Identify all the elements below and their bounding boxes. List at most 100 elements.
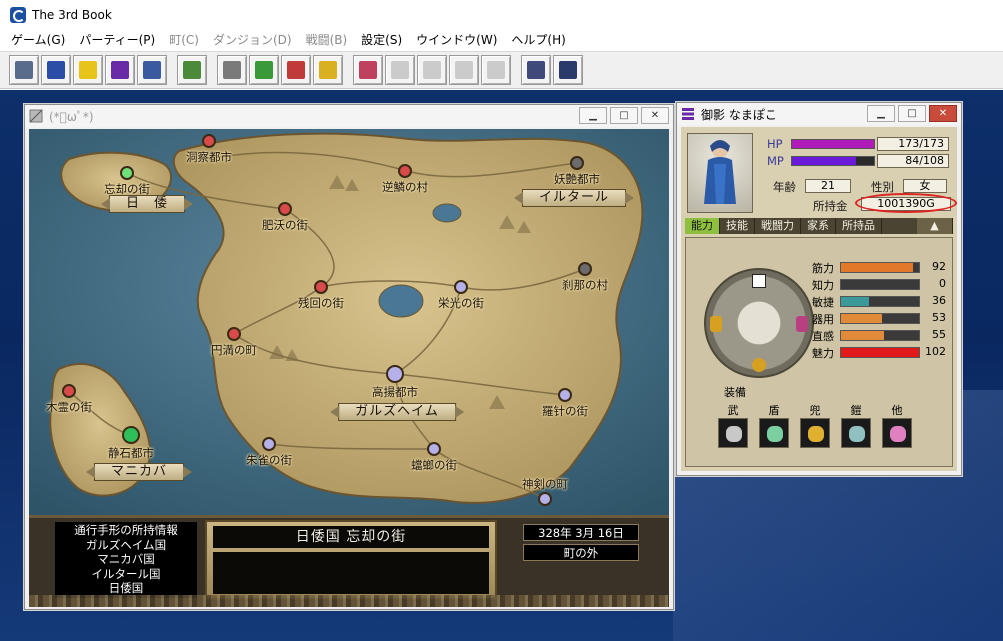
param-bar-fill <box>841 297 870 306</box>
menu-item-0[interactable]: ゲーム(G) <box>4 30 72 50</box>
shield-icon <box>767 426 783 442</box>
menu-item-2[interactable]: 町(C) <box>162 30 206 50</box>
region-banner: マニカバ <box>85 463 193 481</box>
equip-slot[interactable] <box>800 418 830 448</box>
param-bar <box>840 313 920 324</box>
toolbar-button-speech[interactable] <box>385 55 415 85</box>
city-name: 朱雀の街 <box>246 453 292 467</box>
city-marker[interactable] <box>227 327 241 341</box>
toolbar-button-tree[interactable] <box>249 55 279 85</box>
toolbar-button-keyboard[interactable] <box>521 55 551 85</box>
region-banner: イルタール <box>513 189 635 207</box>
toolbar-button-ball[interactable] <box>449 55 479 85</box>
gift-icon <box>359 61 377 79</box>
char-minimize-button[interactable]: ▁ <box>867 105 895 122</box>
toolbar-button-slash[interactable] <box>417 55 447 85</box>
menu-item-7[interactable]: ヘルプ(H) <box>504 30 572 50</box>
equip-slot[interactable] <box>841 418 871 448</box>
world-map[interactable]: 洞察都市 逆鱗の村 妖艶都市 忘却の街 肥沃の街 刹那の村 残回の街 栄光の街 円満の町 高揚都市… <box>29 129 669 515</box>
toolbar-button-window[interactable] <box>9 55 39 85</box>
menu-item-1[interactable]: パーティー(P) <box>72 30 162 50</box>
city-marker[interactable] <box>578 262 592 276</box>
age-value: 21 <box>805 179 851 193</box>
hp-bar-fill <box>792 140 874 148</box>
slash-icon <box>423 61 441 79</box>
param-bar-fill <box>841 348 919 357</box>
mp-bar-fill <box>792 157 856 165</box>
city-marker[interactable] <box>122 426 140 444</box>
char-maximize-button[interactable]: □ <box>898 105 926 122</box>
city-marker[interactable] <box>538 492 552 506</box>
papers-icon <box>487 61 505 79</box>
city-marker[interactable] <box>262 437 276 451</box>
equip-slot[interactable] <box>759 418 789 448</box>
city-marker[interactable] <box>62 384 76 398</box>
tab-combat[interactable]: 戦闘力 <box>755 218 801 234</box>
character-tabs: 能力 技能 戦闘力 家系 所持品 ▲ <box>685 218 953 234</box>
city-marker[interactable] <box>570 156 584 170</box>
param-value: 36 <box>932 294 946 307</box>
char-close-button[interactable]: ✕ <box>929 105 957 122</box>
map-maximize-button[interactable]: □ <box>610 107 638 124</box>
toolbar-button-paint[interactable] <box>281 55 311 85</box>
equip-slot[interactable] <box>882 418 912 448</box>
toolbar-button-document[interactable] <box>217 55 247 85</box>
toolbar-button-list[interactable] <box>105 55 135 85</box>
map-minimize-button[interactable]: ▁ <box>579 107 607 124</box>
equip-slot[interactable] <box>718 418 748 448</box>
city-name: 円満の町 <box>211 343 257 357</box>
toolbar-button-notebook[interactable] <box>41 55 71 85</box>
city-marker[interactable] <box>202 134 216 148</box>
toolbar-button-gear[interactable] <box>177 55 207 85</box>
city-marker[interactable] <box>558 388 572 402</box>
param-bar <box>840 347 920 358</box>
frame-icon <box>143 61 161 79</box>
notebook-icon <box>47 61 65 79</box>
toolbar-button-frame[interactable] <box>137 55 167 85</box>
location-panel: 日倭国 忘却の街 <box>205 520 497 600</box>
toolbar-button-gift[interactable] <box>353 55 383 85</box>
character-window-titlebar[interactable]: 御影 なまぽこ ▁ □ ✕ <box>677 103 961 125</box>
menu-item-5[interactable]: 設定(S) <box>354 30 409 50</box>
toolbar-button-papers[interactable] <box>481 55 511 85</box>
current-location: 日倭国 忘却の街 <box>213 526 489 548</box>
city-marker[interactable] <box>120 166 134 180</box>
mp-bar <box>791 156 875 166</box>
menu-item-4[interactable]: 戦闘(B) <box>299 30 355 50</box>
gold-label: 所持金 <box>813 199 848 213</box>
param-bar <box>840 279 920 290</box>
tab-ability[interactable]: 能力 <box>685 218 720 234</box>
toolbar-button-wand[interactable] <box>313 55 343 85</box>
menu-item-6[interactable]: ウインドウ(W) <box>409 30 504 50</box>
list-icon <box>111 61 129 79</box>
help-icon <box>559 61 577 79</box>
permit-info: 通行手形の所持情報 ガルズヘイム国 マニカバ国 イルタール国 日倭国 <box>55 522 197 598</box>
city-marker[interactable] <box>278 202 292 216</box>
city-marker[interactable] <box>386 365 404 383</box>
city-marker[interactable] <box>454 280 468 294</box>
param-value: 102 <box>925 345 946 358</box>
city-marker[interactable] <box>314 280 328 294</box>
param-value: 53 <box>932 311 946 324</box>
tab-skills[interactable]: 技能 <box>720 218 755 234</box>
character-window-icon <box>682 108 694 120</box>
param-bar-fill <box>841 263 913 272</box>
document-icon <box>223 61 241 79</box>
param-bar <box>840 262 920 273</box>
city-marker[interactable] <box>398 164 412 178</box>
map-window-titlebar[interactable]: (*ﾟωﾟ*) ▁ □ ✕ <box>25 105 673 127</box>
equip-label: 武 <box>727 404 739 417</box>
direction-dial[interactable] <box>704 268 814 378</box>
game-date: 328年 3月 16日 <box>523 524 639 541</box>
tab-items[interactable]: 所持品 <box>836 218 882 234</box>
map-close-button[interactable]: ✕ <box>641 107 669 124</box>
collapse-button[interactable]: ▲ <box>917 218 953 234</box>
param-value: 0 <box>939 277 946 290</box>
city-name: 逆鱗の村 <box>382 180 428 194</box>
menu-item-3[interactable]: ダンジョン(D) <box>206 30 299 50</box>
toolbar-button-pencil[interactable] <box>73 55 103 85</box>
tab-lineage[interactable]: 家系 <box>801 218 836 234</box>
city-marker[interactable] <box>427 442 441 456</box>
region-banner: ガルズヘイム <box>330 403 464 421</box>
toolbar-button-help[interactable] <box>553 55 583 85</box>
